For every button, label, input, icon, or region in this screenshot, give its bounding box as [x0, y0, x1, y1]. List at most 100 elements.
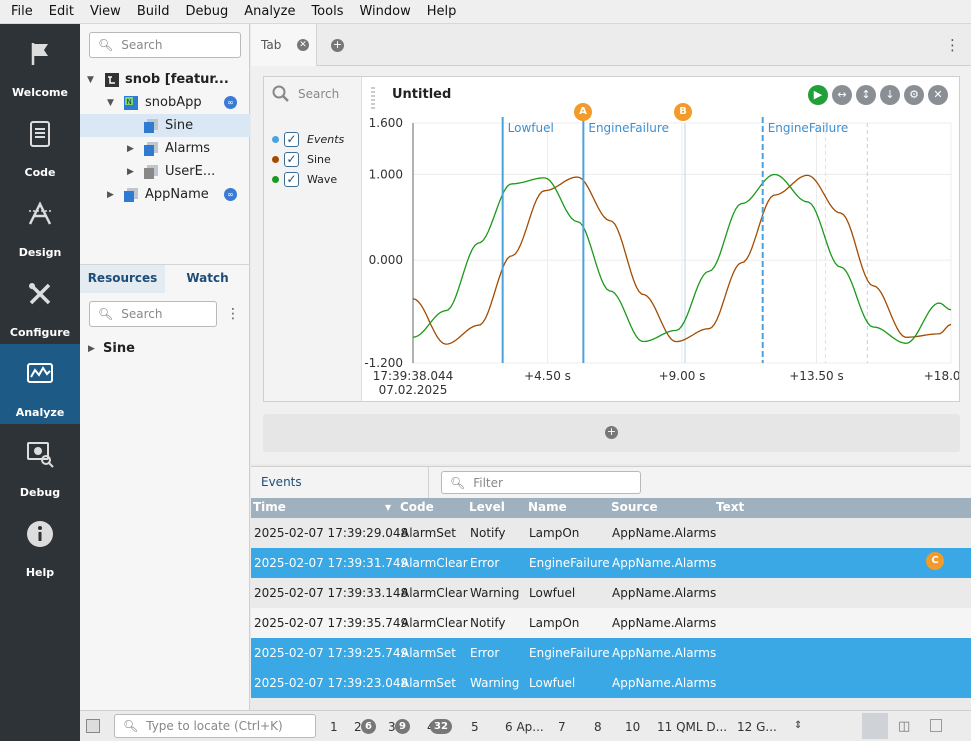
x-tick-label: +9.00 s: [659, 369, 706, 383]
more-options-icon[interactable]: ⋮: [226, 306, 240, 322]
output-pane-8[interactable]: 8: [594, 720, 602, 734]
right-sidebar-toggle-icon[interactable]: [930, 719, 942, 732]
table-row[interactable]: 2025-02-07 17:39:35.749 AlarmClear Notify L…: [251, 608, 971, 638]
device-icon[interactable]: ◫: [898, 719, 910, 734]
legend-item-wave[interactable]: ✓ Wave: [272, 170, 337, 188]
play-icon[interactable]: ▶: [808, 85, 828, 105]
mode-help[interactable]: Help: [0, 504, 80, 584]
menu-window[interactable]: Window: [351, 4, 418, 19]
table-row[interactable]: 2025-02-07 17:39:29.048 AlarmSet Notify Lam…: [251, 518, 971, 548]
legend-item-events[interactable]: ✓ Events: [272, 130, 344, 148]
output-pane-12[interactable]: 12 G...: [737, 720, 777, 734]
chevron-right-icon[interactable]: ▶: [127, 167, 134, 177]
output-pane-5[interactable]: 5: [471, 720, 479, 734]
chevron-right-icon[interactable]: ▶: [127, 144, 134, 154]
more-options-icon[interactable]: ⋮: [945, 36, 960, 54]
column-code[interactable]: Code: [400, 500, 434, 514]
output-pane-10[interactable]: 10: [625, 720, 640, 734]
menu-help[interactable]: Help: [419, 4, 465, 19]
line-chart[interactable]: 1.600 1.000 0.000 -1.20017:39:38.044 +4.50 s…: [363, 113, 959, 401]
resources-search-input[interactable]: 🔍︎ Search: [89, 301, 217, 327]
events-filter-input[interactable]: 🔍︎ Filter: [441, 471, 641, 494]
chevron-down-icon[interactable]: ▼: [87, 75, 94, 85]
fit-horizontal-icon[interactable]: ↔: [832, 85, 852, 105]
flag-icon: [31, 43, 48, 65]
more-panes-icon[interactable]: ⇕: [794, 720, 802, 731]
checkbox[interactable]: ✓: [284, 151, 299, 167]
wrench-icon: [29, 283, 51, 305]
column-text[interactable]: Text: [716, 500, 744, 514]
menu-analyze[interactable]: Analyze: [236, 4, 303, 19]
menu-view[interactable]: View: [82, 4, 129, 19]
locate-input[interactable]: 🔍︎ Type to locate (Ctrl+K): [114, 714, 316, 738]
tree-item-sine[interactable]: Sine: [80, 114, 250, 137]
search-icon: [272, 85, 289, 102]
menu-build[interactable]: Build: [129, 4, 178, 19]
download-icon[interactable]: ↓: [880, 85, 900, 105]
mode-design[interactable]: Design: [0, 184, 80, 264]
tab-resources[interactable]: Resources: [80, 265, 165, 293]
app-output-badge: 32: [430, 719, 452, 734]
output-pane-7[interactable]: 7: [558, 720, 566, 734]
menu-debug[interactable]: Debug: [177, 4, 236, 19]
column-level[interactable]: Level: [469, 500, 505, 514]
add-plot-strip[interactable]: +: [263, 414, 960, 452]
object-icon: [144, 118, 158, 133]
output-pane-1[interactable]: 1: [330, 720, 338, 734]
mode-debug[interactable]: Debug: [0, 424, 80, 504]
output-pane-6[interactable]: 6 Ap...: [505, 720, 544, 734]
fit-vertical-icon[interactable]: ↕: [856, 85, 876, 105]
sidebar-toggle-icon[interactable]: [86, 719, 100, 733]
drag-handle[interactable]: [371, 87, 375, 109]
checkbox[interactable]: ✓: [284, 131, 299, 147]
y-tick-label: 0.000: [369, 253, 403, 267]
mode-configure[interactable]: Configure: [0, 264, 80, 344]
column-source[interactable]: Source: [611, 500, 658, 514]
link-icon[interactable]: ∞: [224, 188, 237, 201]
object-icon: [124, 187, 138, 202]
column-time[interactable]: Time: [253, 500, 286, 514]
menu-edit[interactable]: Edit: [41, 4, 82, 19]
project-search-input[interactable]: 🔍︎ Search: [89, 32, 241, 58]
plot-search-input[interactable]: Search: [272, 85, 339, 103]
marker-a[interactable]: A: [574, 103, 592, 121]
close-icon[interactable]: ✕: [928, 85, 948, 105]
sort-down-icon[interactable]: ▼: [385, 503, 391, 512]
mode-analyze[interactable]: Analyze: [0, 344, 80, 424]
mode-welcome[interactable]: Welcome: [0, 24, 80, 104]
legend-item-sine[interactable]: ✓ Sine: [272, 150, 331, 168]
project-sidebar: 🔍︎ Search ▼ snob [featur... ▼ N snobApp …: [80, 24, 250, 710]
resource-item-label: Sine: [103, 341, 135, 356]
marker-c[interactable]: C: [926, 552, 944, 570]
output-pane-11[interactable]: 11 QML D...: [657, 720, 727, 734]
chevron-right-icon[interactable]: ▶: [88, 344, 95, 354]
tree-item-snobapp[interactable]: ▼ N snobApp ∞: [80, 91, 250, 114]
table-row[interactable]: 2025-02-07 17:39:23.048 AlarmSet Warning Lo…: [251, 668, 971, 698]
add-icon[interactable]: +: [605, 426, 618, 439]
checkbox[interactable]: ✓: [284, 171, 299, 187]
menu-file[interactable]: File: [3, 4, 41, 19]
chevron-down-icon[interactable]: ▼: [107, 98, 114, 108]
add-tab-icon[interactable]: +: [331, 39, 344, 52]
link-icon[interactable]: ∞: [224, 96, 237, 109]
tree-item-alarms[interactable]: ▶ Alarms: [80, 137, 250, 160]
menu-tools[interactable]: Tools: [303, 4, 351, 19]
output-toggle-icon[interactable]: [862, 713, 888, 739]
table-row[interactable]: 2025-02-07 17:39:33.148 AlarmClear Warning…: [251, 578, 971, 608]
tree-item-project[interactable]: ▼ snob [featur...: [80, 68, 250, 91]
close-icon[interactable]: ✕: [297, 39, 309, 51]
mode-code[interactable]: Code: [0, 104, 80, 184]
tree-item-label: Sine: [165, 118, 194, 133]
chevron-right-icon[interactable]: ▶: [107, 190, 114, 200]
column-name[interactable]: Name: [528, 500, 567, 514]
tab-document[interactable]: Tab ✕: [251, 24, 317, 66]
tree-item-userevents[interactable]: ▶ UserE...: [80, 160, 250, 183]
marker-b[interactable]: B: [674, 103, 692, 121]
table-row[interactable]: 2025-02-07 17:39:25.749 AlarmSet Error Engi…: [251, 638, 971, 668]
table-row[interactable]: 2025-02-07 17:39:31.749 AlarmClear Error En…: [251, 548, 971, 578]
resource-item-sine[interactable]: ▶ Sine: [80, 337, 250, 360]
cell-source: AppName.Alarms: [612, 586, 717, 600]
tree-item-appname[interactable]: ▶ AppName ∞: [80, 183, 250, 206]
tab-watch[interactable]: Watch: [165, 265, 250, 293]
gear-icon[interactable]: ⚙: [904, 85, 924, 105]
